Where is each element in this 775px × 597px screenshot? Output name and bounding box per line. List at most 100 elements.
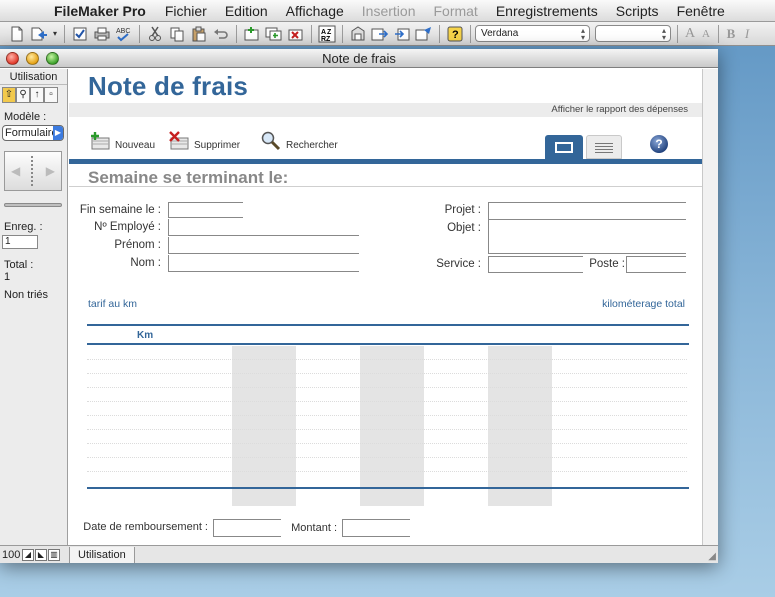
table-row[interactable]: [87, 401, 687, 402]
print-icon[interactable]: [92, 24, 112, 44]
toolbar-separator: [439, 24, 440, 43]
menu-edition[interactable]: Edition: [216, 3, 277, 19]
week-end-field[interactable]: [168, 202, 243, 218]
svg-text:Z: Z: [327, 29, 332, 36]
close-window-button[interactable]: [6, 52, 19, 65]
delete-record-button[interactable]: Supprimer: [168, 131, 240, 151]
list-view-icon-line: [595, 152, 613, 153]
bold-button[interactable]: B: [723, 26, 739, 42]
page-tool-icon[interactable]: ▫: [44, 87, 58, 103]
employee-number-field[interactable]: [168, 219, 359, 236]
next-record-arrow-icon[interactable]: ▶: [46, 164, 55, 178]
table-row[interactable]: [87, 387, 687, 388]
lasso-tool-icon[interactable]: ⚲: [16, 87, 30, 103]
menu-scripts[interactable]: Scripts: [607, 3, 668, 19]
copy-icon[interactable]: [167, 24, 187, 44]
export-records-icon[interactable]: [392, 24, 412, 44]
send-records-icon[interactable]: [414, 24, 434, 44]
decrease-size-icon[interactable]: A: [698, 28, 714, 40]
toolbar: ▾ ABC A Z RZ ? Verdana ▴ ▾ ▴ ▾ A A B I: [0, 22, 775, 46]
purpose-field[interactable]: [488, 220, 686, 254]
extension-field[interactable]: [626, 256, 686, 273]
toolbar-separator: [677, 24, 678, 43]
duplicate-record-icon[interactable]: [264, 24, 284, 44]
font-size-select[interactable]: ▴ ▾: [595, 25, 671, 42]
header-divider: [69, 159, 702, 164]
new-file-icon[interactable]: [7, 24, 27, 44]
undo-icon[interactable]: [211, 24, 231, 44]
zoom-level[interactable]: 100: [0, 549, 22, 561]
paste-icon[interactable]: [189, 24, 209, 44]
open-menu-arrow-icon[interactable]: ▾: [51, 24, 59, 44]
vertical-scrollbar[interactable]: [702, 69, 718, 545]
layout-select-value: Formulaire: [5, 127, 58, 139]
updown-arrows-icon: ▴ ▾: [661, 26, 666, 42]
status-area-toggle-icon[interactable]: ▥: [48, 548, 60, 561]
minimize-window-button[interactable]: [26, 52, 39, 65]
table-column-shade: [232, 346, 296, 506]
svg-text:ABC: ABC: [116, 28, 130, 35]
help-bubble-icon[interactable]: ?: [445, 24, 465, 44]
new-record-button[interactable]: Nouveau: [89, 131, 155, 151]
mileage-total-header: kilométerage total: [602, 298, 685, 310]
app-menu[interactable]: FileMaker Pro: [36, 3, 156, 19]
table-row[interactable]: [87, 415, 687, 416]
last-name-field[interactable]: [168, 255, 359, 272]
toolbar-separator: [64, 24, 65, 43]
new-record-icon[interactable]: [242, 24, 262, 44]
table-row[interactable]: [87, 457, 687, 458]
table-row[interactable]: [87, 443, 687, 444]
table-row[interactable]: [87, 471, 687, 472]
record-slider[interactable]: [4, 203, 62, 207]
table-row[interactable]: [87, 359, 687, 360]
reimbursement-date-field[interactable]: [213, 519, 281, 537]
find-button[interactable]: Rechercher: [260, 131, 338, 151]
week-end-label: Fin semaine le :: [79, 204, 161, 216]
project-field[interactable]: [488, 202, 686, 220]
resize-grip-icon[interactable]: ◢: [708, 551, 716, 562]
sort-icon[interactable]: A Z RZ: [317, 24, 337, 44]
database-icon[interactable]: [348, 24, 368, 44]
layout-select[interactable]: Formulaire ▶: [2, 125, 64, 141]
zoom-out-icon[interactable]: ◢: [22, 548, 34, 561]
table-row[interactable]: [87, 373, 687, 374]
help-button[interactable]: ?: [650, 135, 668, 153]
list-view-icon: [595, 143, 613, 144]
menu-insertion: Insertion: [361, 2, 416, 19]
delete-record-icon[interactable]: [286, 24, 306, 44]
form-view-tab[interactable]: [545, 135, 583, 159]
toolbar-separator: [470, 24, 471, 43]
svg-text:?: ?: [452, 29, 459, 41]
menu-enregistrements[interactable]: Enregistrements: [487, 3, 607, 19]
menu-affichage[interactable]: Affichage: [277, 3, 353, 19]
amount-field[interactable]: [342, 519, 410, 537]
menu-fichier[interactable]: Fichier: [156, 3, 216, 19]
arrow-tool-icon[interactable]: ↑: [30, 87, 44, 103]
open-file-icon[interactable]: [29, 24, 49, 44]
expense-report-link[interactable]: Afficher le rapport des dépenses: [551, 104, 688, 115]
checkbox-icon[interactable]: [70, 24, 90, 44]
table-bottom-rule: [87, 487, 689, 489]
import-records-icon[interactable]: [370, 24, 390, 44]
toolbar-separator: [236, 24, 237, 43]
italic-button[interactable]: I: [739, 26, 755, 42]
find-label: Rechercher: [286, 140, 338, 151]
font-select[interactable]: Verdana ▴ ▾: [475, 25, 590, 42]
zoom-in-icon[interactable]: ◣: [35, 548, 47, 561]
mode-popup[interactable]: Utilisation: [69, 546, 135, 563]
record-number-field[interactable]: 1: [2, 235, 38, 249]
form-title: Note de frais: [88, 71, 249, 101]
pointer-tool-icon[interactable]: ⇧: [2, 87, 16, 103]
record-book-icon[interactable]: ◀ ▶: [4, 151, 62, 191]
menu-fenetre[interactable]: Fenêtre: [668, 3, 734, 19]
increase-size-icon[interactable]: A: [682, 26, 698, 42]
cut-icon[interactable]: [145, 24, 165, 44]
employee-number-label: Nº Employé :: [94, 221, 161, 233]
zoom-window-button[interactable]: [46, 52, 59, 65]
table-top-rule: [87, 324, 689, 326]
list-view-tab[interactable]: [586, 135, 622, 159]
table-row[interactable]: [87, 429, 687, 430]
first-name-field[interactable]: [168, 237, 359, 254]
spellcheck-icon[interactable]: ABC: [114, 24, 134, 44]
previous-record-arrow-icon[interactable]: ◀: [11, 164, 20, 178]
